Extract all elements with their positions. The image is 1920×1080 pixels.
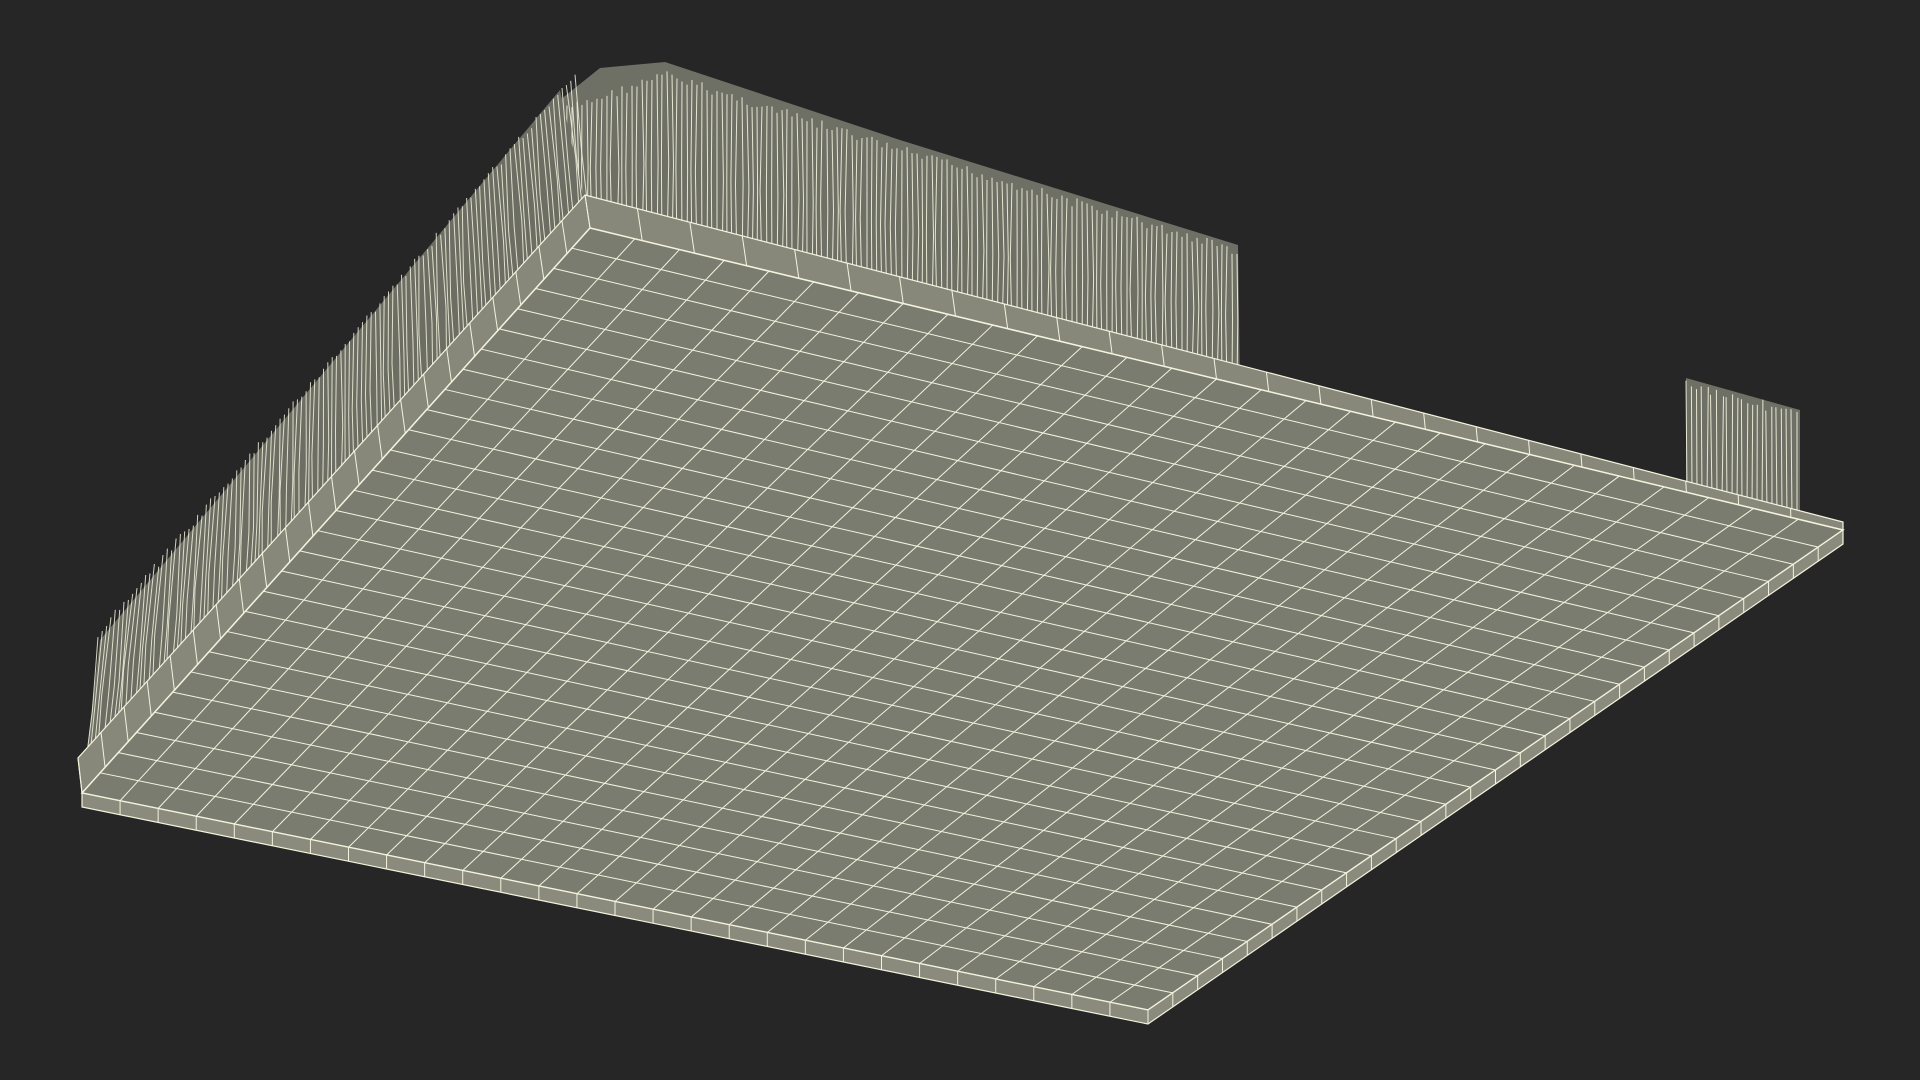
right-corner-strand (1731, 394, 1734, 504)
wireframe-scene (77, 62, 1845, 1025)
right-corner-strand (1751, 404, 1754, 509)
render-viewport (0, 0, 1920, 1080)
right-corner-strand (1690, 386, 1693, 494)
right-corner-strand (1740, 399, 1743, 506)
right-corner-strand (1780, 408, 1783, 516)
right-corner-strand (1696, 389, 1698, 495)
right-corner-strand (1715, 389, 1718, 500)
rim-tick (1685, 481, 1687, 493)
